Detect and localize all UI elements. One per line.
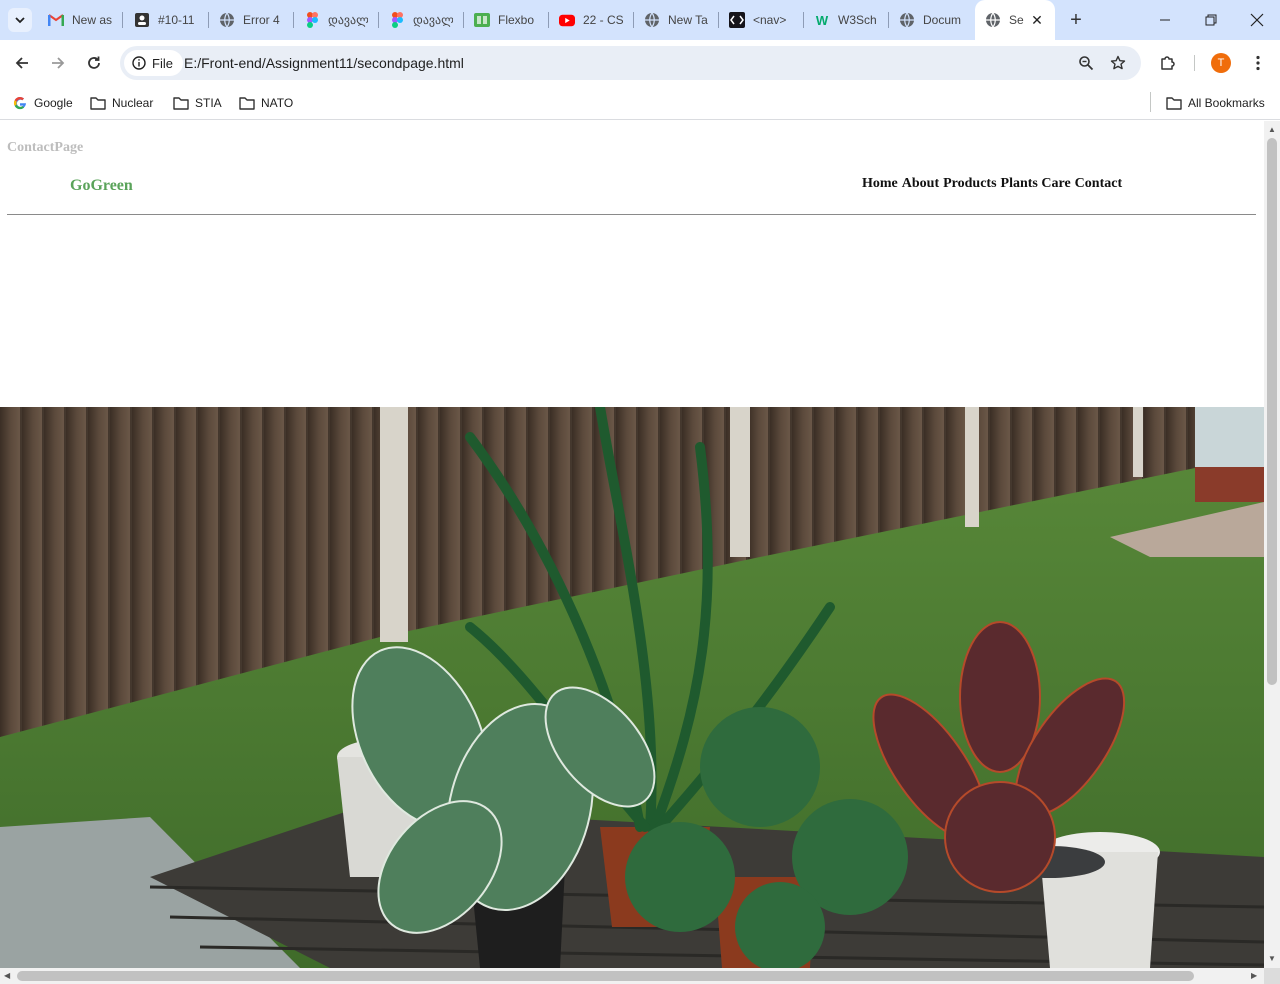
tab-nav[interactable]: <nav> bbox=[729, 8, 793, 32]
site-info-chip[interactable]: File bbox=[124, 50, 183, 76]
scroll-right-arrow-icon[interactable]: ▶ bbox=[1251, 972, 1257, 980]
tab-figma-1[interactable]: დავალ bbox=[304, 8, 368, 32]
zoom-icon[interactable] bbox=[1074, 51, 1098, 75]
tab-newtab[interactable]: New Ta bbox=[644, 8, 708, 32]
tab-error[interactable]: Error 4 bbox=[219, 8, 283, 32]
tab-active[interactable]: Se ✕ bbox=[975, 0, 1055, 40]
profile-avatar[interactable]: T bbox=[1211, 53, 1231, 73]
reload-icon[interactable] bbox=[82, 51, 106, 75]
page-title: ContactPage bbox=[7, 140, 84, 155]
contact-card-icon bbox=[134, 12, 150, 28]
close-window-icon[interactable] bbox=[1245, 8, 1269, 32]
url-text[interactable]: E:/Front-end/Assignment11/secondpage.htm… bbox=[184, 55, 464, 71]
tab-separator bbox=[293, 12, 294, 28]
hero-plants-image bbox=[0, 407, 1264, 968]
code-icon bbox=[729, 12, 745, 28]
horizontal-scrollbar[interactable]: ◀ ▶ bbox=[0, 968, 1264, 984]
tab-separator bbox=[633, 12, 634, 28]
nav-about-link[interactable]: About bbox=[902, 176, 939, 192]
youtube-icon bbox=[559, 12, 575, 28]
new-tab-plus-icon[interactable]: + bbox=[1066, 10, 1086, 30]
tab-separator bbox=[208, 12, 209, 28]
scroll-left-arrow-icon[interactable]: ◀ bbox=[4, 972, 10, 980]
tab-document[interactable]: Docum bbox=[899, 8, 963, 32]
tab-youtube[interactable]: 22 - CS bbox=[559, 8, 623, 32]
nav-home-link[interactable]: Home bbox=[862, 176, 898, 192]
scrollbar-corner bbox=[1264, 968, 1280, 984]
minimize-icon[interactable] bbox=[1153, 8, 1177, 32]
page-viewport: ContactPage GoGreen Home About Products … bbox=[0, 121, 1264, 968]
folder-icon bbox=[90, 95, 106, 111]
bookmarks-separator bbox=[1150, 92, 1151, 112]
bookmark-folder-nato[interactable]: NATO bbox=[239, 92, 293, 114]
forward-arrow-icon[interactable] bbox=[46, 51, 70, 75]
globe-icon bbox=[644, 12, 660, 28]
toolbar-separator bbox=[1194, 55, 1195, 71]
restore-icon[interactable] bbox=[1199, 8, 1223, 32]
horizontal-scroll-thumb[interactable] bbox=[17, 971, 1194, 981]
tab-separator bbox=[888, 12, 889, 28]
tab-separator bbox=[122, 12, 123, 28]
header-divider bbox=[7, 214, 1256, 215]
address-bar[interactable]: File E:/Front-end/Assignment11/secondpag… bbox=[120, 46, 1141, 80]
bookmark-star-icon[interactable] bbox=[1106, 51, 1130, 75]
tab-separator bbox=[803, 12, 804, 28]
figma-icon bbox=[304, 12, 320, 28]
tab-strip: New as #10-11 Error 4 დავალ დავალ Flexbo… bbox=[0, 0, 1280, 40]
nav-products-link[interactable]: Products bbox=[943, 176, 996, 192]
all-bookmarks-button[interactable]: All Bookmarks bbox=[1166, 92, 1265, 114]
nav-plants-care-link[interactable]: Plants Care bbox=[1001, 176, 1071, 192]
bookmark-folder-stia[interactable]: STIA bbox=[173, 92, 222, 114]
folder-icon bbox=[239, 95, 255, 111]
folder-icon bbox=[1166, 95, 1182, 111]
tab-search-button[interactable] bbox=[8, 8, 32, 32]
info-icon bbox=[132, 56, 146, 70]
site-nav: Home About Products Plants Care Contact bbox=[862, 176, 1122, 192]
file-chip-label: File bbox=[152, 55, 173, 71]
globe-icon bbox=[219, 12, 235, 28]
tab-separator bbox=[548, 12, 549, 28]
close-tab-icon[interactable]: ✕ bbox=[1029, 12, 1045, 28]
bookmarks-bar: Google Nuclear STIA NATO All Bookmarks bbox=[0, 86, 1280, 120]
tab-figma-2[interactable]: დავალ bbox=[389, 8, 453, 32]
folder-icon bbox=[173, 95, 189, 111]
tab-w3schools[interactable]: W W3Sch bbox=[814, 8, 878, 32]
kebab-menu-icon[interactable] bbox=[1246, 51, 1270, 75]
tab-flexbox[interactable]: Flexbo bbox=[474, 8, 538, 32]
back-arrow-icon[interactable] bbox=[10, 51, 34, 75]
tab-separator bbox=[463, 12, 464, 28]
globe-icon bbox=[985, 12, 1001, 28]
w3schools-icon: W bbox=[815, 12, 829, 28]
bookmark-google[interactable]: Google bbox=[12, 92, 73, 114]
browser-toolbar: File E:/Front-end/Assignment11/secondpag… bbox=[0, 40, 1280, 86]
bookmark-folder-nuclear[interactable]: Nuclear bbox=[90, 92, 153, 114]
flexbox-icon bbox=[474, 12, 490, 28]
scroll-down-arrow-icon[interactable]: ▼ bbox=[1268, 955, 1276, 963]
scroll-up-arrow-icon[interactable]: ▲ bbox=[1268, 126, 1276, 134]
site-logo[interactable]: GoGreen bbox=[70, 177, 133, 195]
nav-contact-link[interactable]: Contact bbox=[1075, 176, 1122, 192]
chevron-down-icon bbox=[15, 17, 25, 24]
globe-icon bbox=[899, 12, 915, 28]
gmail-icon bbox=[48, 12, 64, 28]
google-icon bbox=[12, 95, 28, 111]
tab-gmail[interactable]: New as bbox=[48, 8, 112, 32]
tab-contact[interactable]: #10-11 bbox=[134, 8, 198, 32]
tab-separator bbox=[718, 12, 719, 28]
tab-separator bbox=[378, 12, 379, 28]
figma-icon bbox=[389, 12, 405, 28]
vertical-scroll-thumb[interactable] bbox=[1267, 138, 1277, 685]
vertical-scrollbar[interactable]: ▲ ▼ bbox=[1264, 121, 1280, 968]
extensions-puzzle-icon[interactable] bbox=[1156, 51, 1180, 75]
